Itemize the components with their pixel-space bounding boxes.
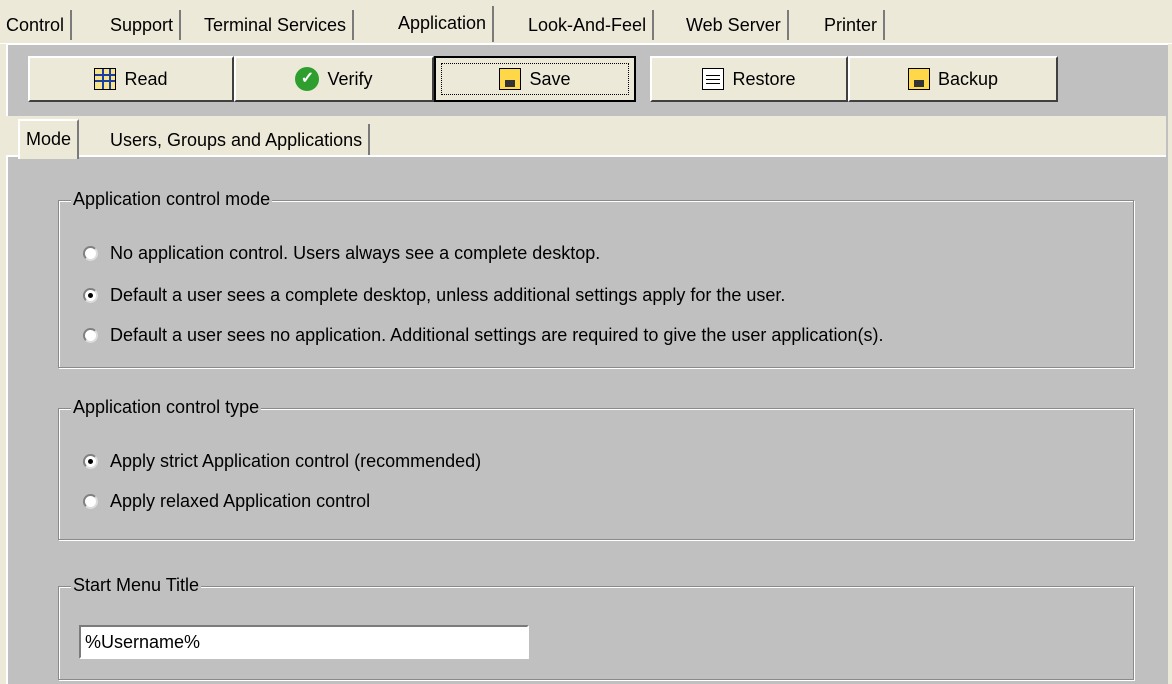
start-menu-group: Start Menu Title [58, 575, 1134, 680]
sub-tab-strip: Mode Users, Groups and Applications [6, 116, 1166, 159]
start-menu-legend: Start Menu Title [71, 575, 202, 596]
control-mode-legend: Application control mode [71, 189, 273, 210]
radio-label: No application control. Users always see… [110, 243, 601, 263]
tab-printer[interactable]: Printer [818, 10, 886, 40]
disk-icon [907, 68, 930, 90]
sub-tab-baseline [6, 155, 1166, 157]
restore-button-label: Restore [732, 68, 796, 89]
radio-strict-control[interactable]: Apply strict Application control (recomm… [83, 451, 481, 472]
disk-icon [499, 68, 522, 90]
read-button[interactable]: Read [28, 56, 234, 102]
backup-button[interactable]: Backup [848, 56, 1058, 102]
radio-default-complete-desktop[interactable]: Default a user sees a complete desktop, … [83, 285, 785, 306]
save-button[interactable]: Save [434, 56, 636, 102]
backup-button-label: Backup [937, 68, 999, 89]
verify-button[interactable]: ✓ Verify [234, 56, 434, 102]
read-button-label: Read [124, 68, 168, 89]
radio-label: Apply strict Application control (recomm… [110, 451, 482, 471]
tab-control[interactable]: Control [0, 10, 73, 40]
tab-look-and-feel[interactable]: Look-And-Feel [522, 10, 655, 40]
grid-doc-icon [94, 68, 117, 90]
radio-button[interactable] [83, 328, 98, 343]
toolbar: Read ✓ Verify Save Restore Backup [28, 56, 1058, 104]
radio-label: Apply relaxed Application control [110, 491, 371, 511]
verify-button-label: Verify [327, 68, 373, 89]
restore-button[interactable]: Restore [650, 56, 848, 102]
control-type-group: Application control type Apply strict Ap… [58, 397, 1134, 540]
radio-label: Default a user sees no application. Addi… [110, 325, 884, 345]
radio-default-no-application[interactable]: Default a user sees no application. Addi… [83, 325, 883, 346]
focus-ring [441, 63, 629, 95]
tab-terminal-services[interactable]: Terminal Services [198, 10, 355, 40]
tab-application[interactable]: Application [392, 6, 495, 42]
radio-label: Default a user sees a complete desktop, … [110, 285, 786, 305]
tab-users-groups-applications[interactable]: Users, Groups and Applications [104, 124, 371, 156]
tab-mode[interactable]: Mode [18, 119, 80, 159]
start-menu-title-input[interactable] [79, 625, 529, 659]
tab-web-server[interactable]: Web Server [680, 10, 789, 40]
document-icon [702, 68, 725, 90]
control-mode-group: Application control mode No application … [58, 189, 1134, 368]
checkmark-icon: ✓ [295, 67, 320, 91]
control-type-legend: Application control type [71, 397, 262, 418]
radio-button[interactable] [83, 246, 98, 261]
radio-no-app-control[interactable]: No application control. Users always see… [83, 243, 600, 264]
radio-relaxed-control[interactable]: Apply relaxed Application control [83, 491, 370, 512]
radio-button[interactable] [83, 494, 98, 509]
radio-button[interactable] [83, 454, 98, 469]
top-tab-strip: Control Support Terminal Services Applic… [0, 0, 1172, 44]
radio-button[interactable] [83, 288, 98, 303]
tab-support[interactable]: Support [104, 10, 182, 40]
